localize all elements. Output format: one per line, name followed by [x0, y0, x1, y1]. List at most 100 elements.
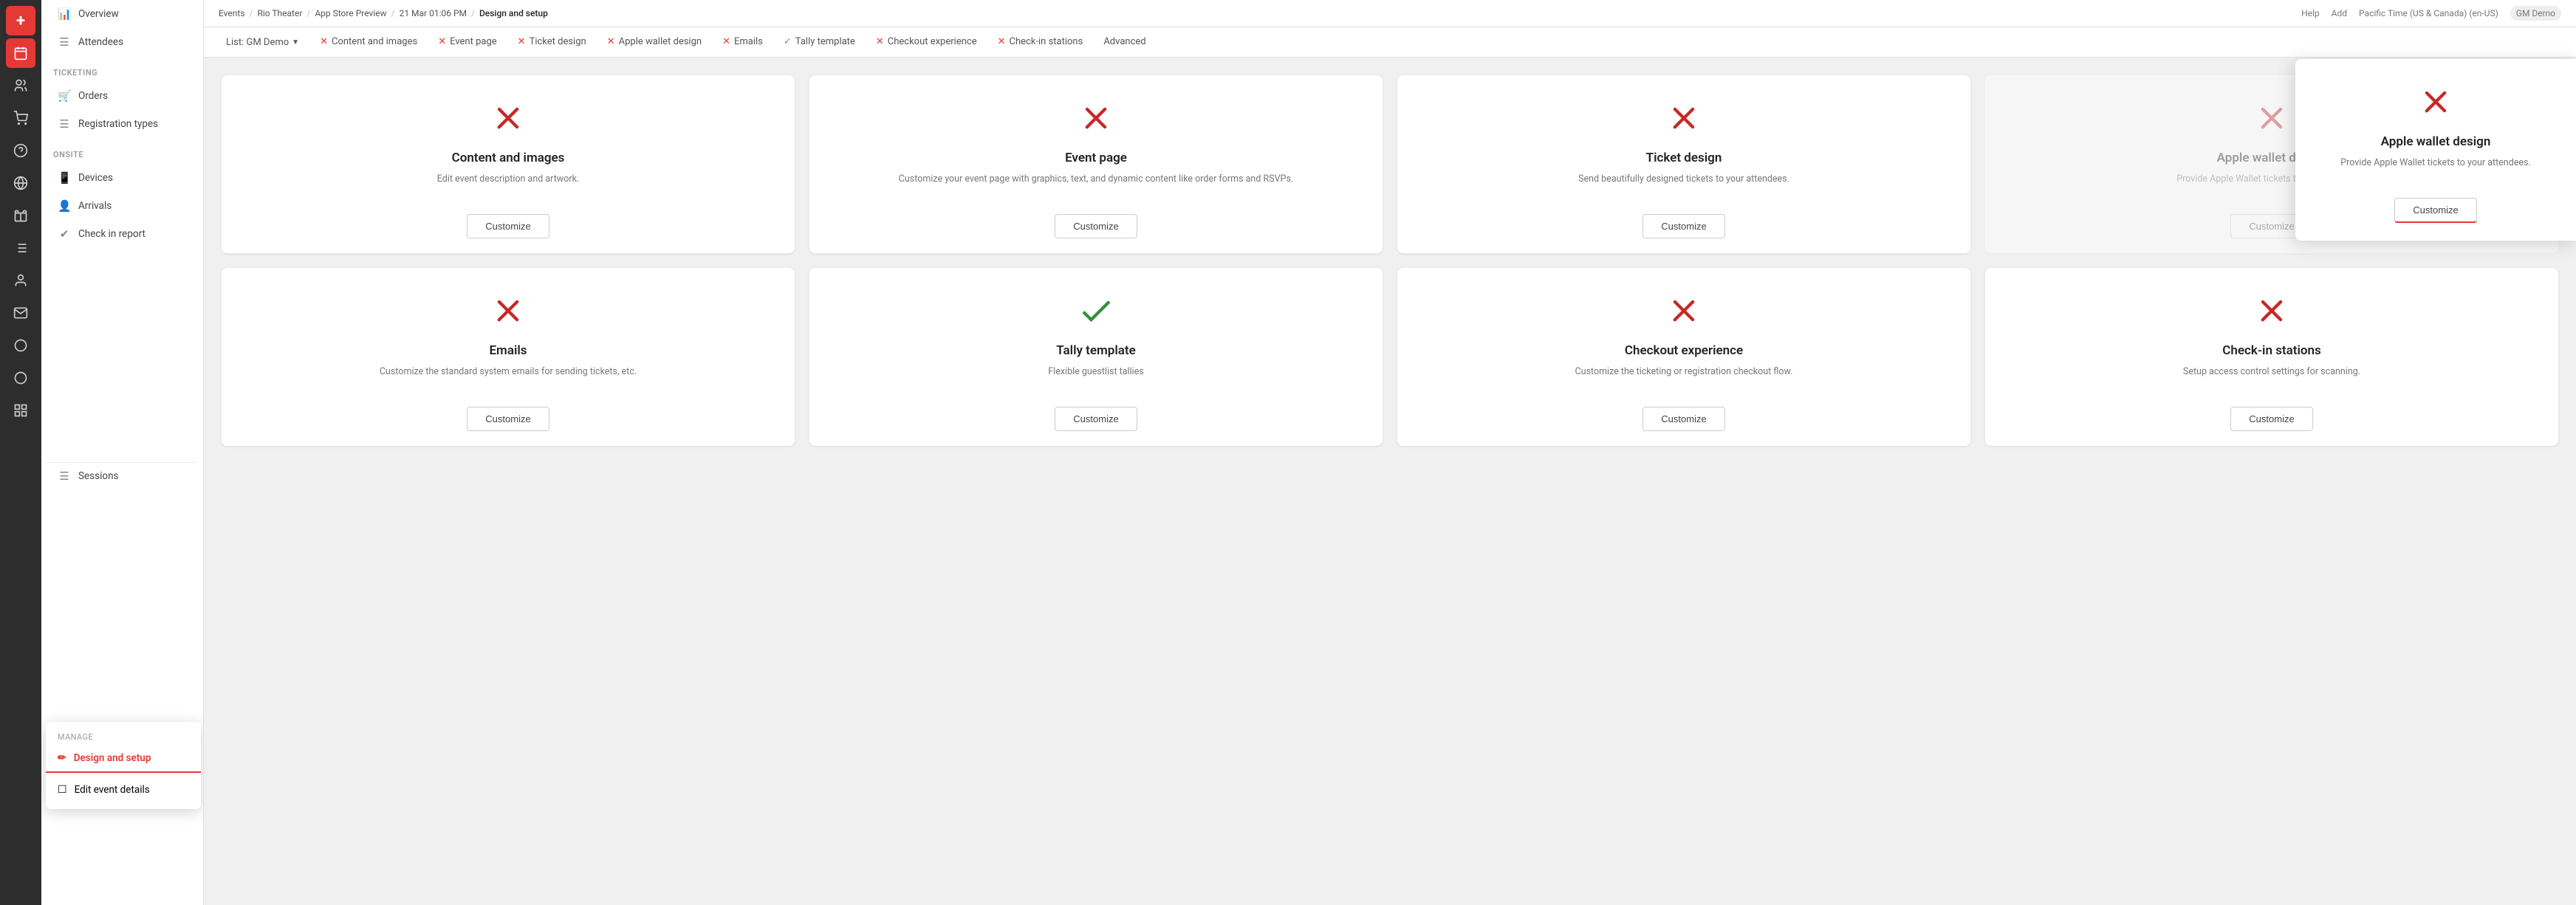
emails-status-icon — [489, 292, 527, 336]
tab-emails-label: Emails — [734, 36, 763, 47]
design-setup-item[interactable]: ✏ Design and setup — [46, 745, 201, 773]
help-nav-icon[interactable] — [6, 136, 35, 165]
tab-tally-template[interactable]: ✓ Tally template — [773, 27, 866, 58]
tab-list-chevron: ▼ — [292, 38, 299, 47]
calendar-nav-icon[interactable] — [6, 38, 35, 68]
sidebar-item-sessions-label: Sessions — [78, 470, 119, 482]
checkout-status-icon — [1665, 292, 1703, 336]
card-emails: Emails Customize the standard system ema… — [222, 268, 795, 446]
tab-apple-wallet[interactable]: ✕ Apple wallet design — [597, 27, 712, 58]
ticket-design-customize-btn[interactable]: Customize — [1642, 214, 1724, 238]
add-button[interactable]: + — [6, 6, 35, 35]
card-event-page: Event page Customize your event page wit… — [809, 75, 1383, 253]
cards-grid: Content and images Edit event descriptio… — [222, 75, 2558, 446]
tab-checkout[interactable]: ✕ Checkout experience — [866, 27, 987, 58]
onsite-section-label: Onsite — [41, 138, 203, 164]
dropdown-divider — [46, 774, 201, 775]
sidebar-item-registration-types[interactable]: ☰ Registration types — [46, 111, 199, 137]
tab-emails[interactable]: ✕ Emails — [712, 27, 773, 58]
checkin-stations-title: Check-in stations — [2222, 343, 2321, 358]
bc-sep1: / — [250, 8, 253, 18]
edit-event-label: Edit event details — [75, 784, 150, 796]
sidebar-item-sessions[interactable]: ☰ Sessions — [46, 462, 199, 489]
design-setup-icon: ✏ — [58, 752, 66, 764]
sidebar-item-devices[interactable]: 📱 Devices — [46, 165, 199, 191]
breadcrumb: Events / Rio Theater / App Store Preview… — [204, 0, 2576, 27]
sidebar-item-orders[interactable]: 🛒 Orders — [46, 83, 199, 109]
registration-icon: ☰ — [58, 117, 71, 131]
bc-rio[interactable]: Rio Theater — [257, 8, 302, 18]
tab-tally-label: Tally template — [795, 36, 855, 47]
overlay-title: Apple wallet design — [2381, 134, 2491, 149]
devices-icon: 📱 — [58, 171, 71, 185]
tab-ticket-design-status: ✕ — [518, 36, 526, 47]
list2-nav-icon[interactable] — [6, 233, 35, 263]
tab-checkout-status: ✕ — [876, 36, 884, 47]
overlay-status-icon — [2416, 83, 2455, 127]
bc-help[interactable]: Help — [2301, 8, 2320, 18]
tab-list-gm-demo[interactable]: List: GM Demo ▼ — [216, 28, 309, 57]
content-images-customize-btn[interactable]: Customize — [467, 214, 549, 238]
bc-add[interactable]: Add — [2332, 8, 2347, 18]
event-page-desc: Customize your event page with graphics,… — [899, 173, 1293, 199]
ticket-design-title: Ticket design — [1646, 151, 1722, 165]
mail-nav-icon[interactable] — [6, 298, 35, 328]
tab-content-images[interactable]: ✕ Content and images — [309, 27, 428, 58]
sidebar-item-devices-label: Devices — [78, 172, 113, 184]
bc-sep3: / — [391, 8, 395, 18]
sidebar-item-overview-label: Overview — [78, 8, 119, 20]
tally-title: Tally template — [1056, 343, 1136, 358]
sidebar-item-checkin-label: Check in report — [78, 228, 145, 240]
bc-events[interactable]: Events — [219, 8, 245, 18]
emails-customize-btn[interactable]: Customize — [467, 407, 549, 431]
card-ticket-design: Ticket design Send beautifully designed … — [1397, 75, 1970, 253]
ticketing-section-label: Ticketing — [41, 56, 203, 82]
orders-icon: 🛒 — [58, 89, 71, 103]
bc-date: 21 Mar 01:06 PM — [400, 8, 467, 18]
apple-wallet-overlay: Apple wallet design Provide Apple Wallet… — [2295, 59, 2576, 241]
card-checkout: Checkout experience Customize the ticket… — [1397, 268, 1970, 446]
sidebar-item-checkin-report[interactable]: ✔ Check in report — [46, 221, 199, 247]
event-page-status-icon — [1077, 99, 1115, 143]
tally-customize-btn[interactable]: Customize — [1055, 407, 1137, 431]
tab-content-images-status: ✕ — [320, 36, 328, 47]
bc-app[interactable]: App Store Preview — [315, 8, 386, 18]
tab-list-label: List: GM Demo — [226, 37, 289, 48]
sidebar-icon-rail: + — [0, 0, 41, 905]
sidebar-item-attendees-label: Attendees — [78, 36, 123, 48]
tab-advanced[interactable]: Advanced — [1093, 27, 1156, 58]
bc-account[interactable]: GM Demo — [2510, 6, 2561, 21]
card-tally: Tally template Flexible guestlist tallie… — [809, 268, 1383, 446]
edit-event-icon: ☐ — [58, 784, 67, 796]
card-checkin-stations: Check-in stations Setup access control s… — [1985, 268, 2558, 446]
sidebar-item-attendees[interactable]: ☰ Attendees — [46, 29, 199, 55]
tally-status-icon — [1077, 292, 1115, 336]
tally-desc: Flexible guestlist tallies — [1048, 365, 1144, 392]
sidebar-item-overview[interactable]: 📊 Overview — [46, 1, 199, 27]
checkout-customize-btn[interactable]: Customize — [1642, 407, 1724, 431]
event-page-customize-btn[interactable]: Customize — [1055, 214, 1137, 238]
bc-timezone: Pacific Time (US & Canada) (en-US) — [2359, 8, 2498, 18]
tab-event-page[interactable]: ✕ Event page — [428, 27, 507, 58]
circle-nav-icon[interactable] — [6, 331, 35, 360]
gift-nav-icon[interactable] — [6, 201, 35, 230]
tab-ticket-design[interactable]: ✕ Ticket design — [507, 27, 597, 58]
user-nav-icon[interactable] — [6, 266, 35, 295]
grid-nav-icon[interactable] — [6, 396, 35, 425]
manage-dropdown: Manage ✏ Design and setup ☐ Edit event d… — [46, 722, 201, 809]
sidebar-item-orders-label: Orders — [78, 90, 108, 102]
checkin-stations-customize-btn[interactable]: Customize — [2230, 407, 2312, 431]
card-content-images: Content and images Edit event descriptio… — [222, 75, 795, 253]
tab-checkin-stations[interactable]: ✕ Check-in stations — [987, 27, 1094, 58]
sidebar-item-arrivals[interactable]: 👤 Arrivals — [46, 193, 199, 219]
cart-nav-icon[interactable] — [6, 103, 35, 133]
overlay-customize-btn[interactable]: Customize — [2394, 198, 2476, 223]
people-nav-icon[interactable] — [6, 71, 35, 100]
tab-apple-wallet-status: ✕ — [607, 36, 615, 47]
bc-sep2: / — [306, 8, 310, 18]
globe-nav-icon[interactable] — [6, 168, 35, 198]
edit-event-item[interactable]: ☐ Edit event details — [46, 777, 201, 803]
tab-event-page-status: ✕ — [438, 36, 446, 47]
circle2-nav-icon[interactable] — [6, 363, 35, 393]
checkin-stations-desc: Setup access control settings for scanni… — [2183, 365, 2360, 392]
